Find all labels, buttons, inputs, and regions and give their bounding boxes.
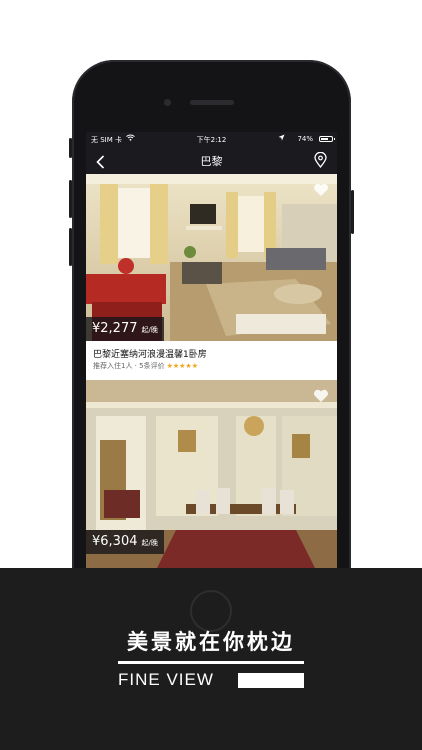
battery-icon [319,136,335,142]
mute-switch [69,138,72,158]
page-title: 巴黎 [200,155,223,168]
listing-photo[interactable]: ¥2,277 起/晚 [86,174,337,341]
price: ¥2,277 [92,321,138,336]
promo-slogan: 美景就在你枕边 [127,630,295,654]
earpiece-speaker [190,100,234,105]
divider [118,661,304,664]
brand-bar-decoration [238,673,304,688]
price-unit: 起/晚 [141,539,158,547]
location-arrow-icon [278,134,285,143]
volume-up-button [69,180,72,218]
price-tag: ¥6,304 起/晚 [86,530,164,554]
top-bar: 无 SIM 卡 下午2:12 74% 巴黎 [86,132,337,174]
listing-guests-reviews: 推荐入住1人 · 5条评价 [93,362,165,370]
price-tag: ¥2,277 起/晚 [86,317,164,341]
navigation-bar: 巴黎 [86,148,337,174]
volume-down-button [69,228,72,266]
map-pin-button[interactable] [314,151,327,172]
favorite-heart-icon[interactable] [313,388,329,407]
brand-wordmark: FINE VIEW [118,670,214,689]
app-screen: 无 SIM 卡 下午2:12 74% 巴黎 ¥2,277 起/晚 巴黎近塞纳河浪… [86,132,337,572]
favorite-heart-icon[interactable] [313,182,329,201]
battery-percent: 74% [297,135,313,143]
phone-frame: 无 SIM 卡 下午2:12 74% 巴黎 ¥2,277 起/晚 巴黎近塞纳河浪… [69,60,354,640]
power-button [351,190,354,234]
listing-info[interactable]: 巴黎近塞纳河浪漫温馨1卧房 推荐入住1人 · 5条评价 ★★★★★ [86,341,337,379]
price: ¥6,304 [92,534,138,549]
listing-title: 巴黎近塞纳河浪漫温馨1卧房 [93,350,207,360]
status-bar: 无 SIM 卡 下午2:12 74% [86,132,337,146]
rating-stars-icon: ★★★★★ [166,362,198,370]
living-room-photo [86,174,337,341]
listing-meta: 推荐入住1人 · 5条评价 ★★★★★ [93,361,198,371]
listing-photo[interactable]: ¥6,304 起/晚 [86,380,337,572]
front-camera [164,99,171,106]
price-unit: 起/晚 [141,326,158,334]
